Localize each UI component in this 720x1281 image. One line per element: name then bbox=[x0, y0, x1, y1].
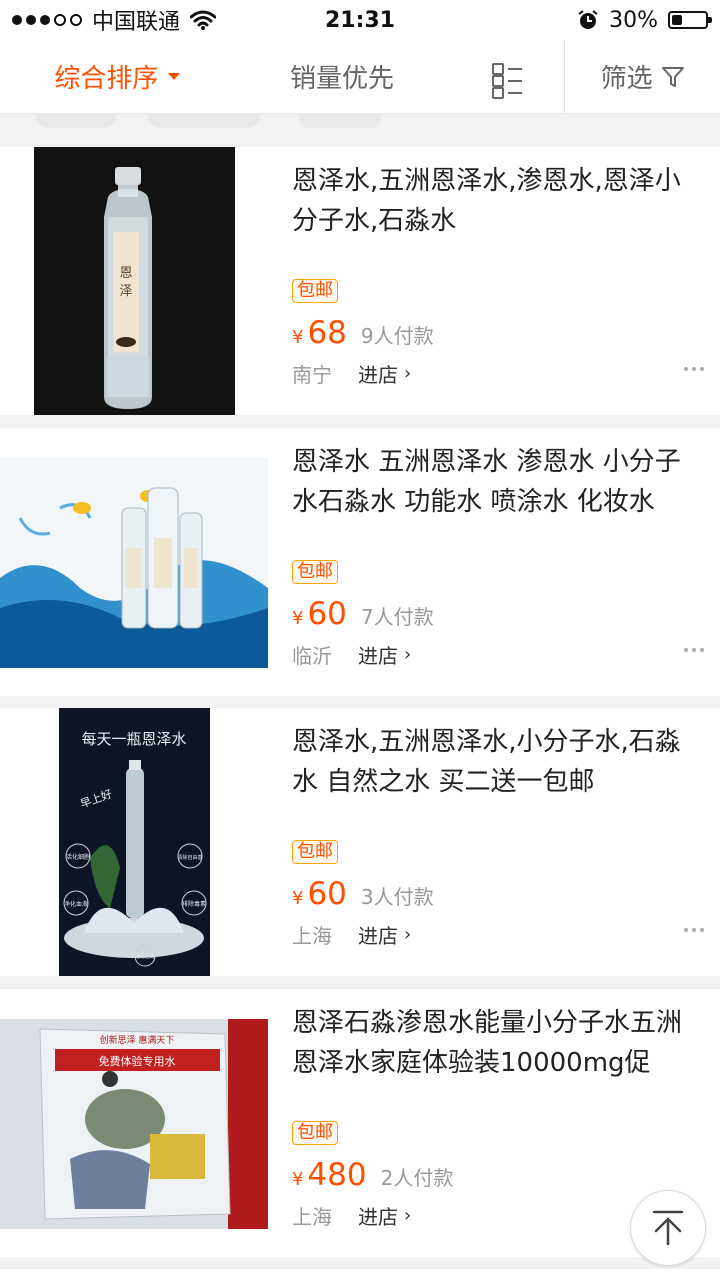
enter-store-link[interactable]: 进店 › bbox=[358, 640, 411, 669]
currency-symbol: ¥ bbox=[292, 888, 304, 909]
currency-symbol: ¥ bbox=[292, 608, 304, 629]
product-image[interactable]: 恩 泽 bbox=[0, 147, 268, 415]
poster-feature: 清除自由基 bbox=[177, 854, 202, 861]
seller-location: 上海 bbox=[292, 924, 332, 948]
battery-percent: 30% bbox=[609, 7, 658, 33]
lotus-bottle-poster-image: 每天一瓶恩泽水 早上好 活化细胞 清除自由基 净化血液 排除毒素 活化色斑 bbox=[0, 708, 268, 976]
enter-store-link[interactable]: 进店 › bbox=[358, 920, 411, 949]
chevron-right-icon: › bbox=[404, 363, 412, 384]
alarm-clock-icon bbox=[578, 10, 598, 29]
enter-store-label: 进店 bbox=[358, 363, 398, 387]
box-top-line: 创新思泽 惠满天下 bbox=[100, 1034, 175, 1046]
status-time: 21:31 bbox=[324, 7, 396, 33]
product-image[interactable] bbox=[0, 428, 268, 696]
svg-text:泽: 泽 bbox=[119, 284, 132, 299]
sales-count: 9人付款 bbox=[360, 324, 434, 348]
product-info: 恩泽水 五洲恩泽水 渗恩水 小分子水石淼水 功能水 喷涂水 化妆水 包邮 ¥ 6… bbox=[292, 442, 704, 669]
tab-comprehensive-sort[interactable]: 综合排序 bbox=[0, 40, 235, 113]
filter-button[interactable]: 筛选 bbox=[564, 40, 720, 113]
free-shipping-badge: 包邮 bbox=[292, 279, 338, 303]
svg-text:恩: 恩 bbox=[119, 266, 132, 281]
sales-count: 2人付款 bbox=[380, 1166, 454, 1190]
seller-location: 南宁 bbox=[292, 363, 332, 387]
meta-row: 南宁 进店 › bbox=[292, 359, 704, 388]
sort-tabs: 综合排序 销量优先 筛选 bbox=[0, 40, 720, 114]
poster-feature: 净化血液 bbox=[64, 900, 88, 908]
price-row: ¥ 60 3人付款 bbox=[292, 876, 702, 912]
product-title[interactable]: 恩泽石淼渗恩水能量小分子水五洲恩泽水家庭体验装10000mg促 bbox=[292, 1003, 702, 1087]
carrier-name: 中国联通 bbox=[92, 10, 181, 35]
enter-store-label: 进店 bbox=[358, 644, 398, 668]
product-price: 68 bbox=[307, 315, 347, 351]
chevron-right-icon: › bbox=[404, 1205, 412, 1226]
more-options-icon[interactable] bbox=[684, 367, 704, 371]
meta-row: 临沂 进店 › bbox=[292, 640, 704, 669]
product-card[interactable]: 每天一瓶恩泽水 早上好 活化细胞 清除自由基 净化血液 排除毒素 活化色斑 恩泽… bbox=[0, 708, 720, 976]
more-options-icon[interactable] bbox=[684, 648, 704, 652]
filter-chip[interactable] bbox=[298, 114, 382, 128]
product-title[interactable]: 恩泽水 五洲恩泽水 渗恩水 小分子水石淼水 功能水 喷涂水 化妆水 bbox=[292, 442, 702, 526]
tab-sales-first[interactable]: 销量优先 bbox=[235, 40, 450, 113]
product-price: 480 bbox=[307, 1157, 367, 1193]
seller-location: 上海 bbox=[292, 1205, 332, 1229]
product-price: 60 bbox=[307, 596, 347, 632]
tab-comprehensive-sort-label: 综合排序 bbox=[54, 64, 159, 94]
funnel-icon bbox=[661, 66, 684, 87]
seller-location: 临沂 bbox=[292, 644, 332, 668]
battery-icon bbox=[668, 11, 712, 29]
product-price: 60 bbox=[307, 876, 347, 912]
meta-row: 上海 进店 › bbox=[292, 920, 704, 949]
product-card[interactable]: 恩 泽 恩泽水,五洲恩泽水,渗恩水,恩泽小分子水,石淼水 包邮 ¥ 68 9人付… bbox=[0, 147, 720, 415]
product-info: 恩泽水,五洲恩泽水,小分子水,石淼水 自然之水 买二送一包邮 包邮 ¥ 60 3… bbox=[292, 722, 704, 949]
poster-feature: 活化细胞 bbox=[66, 853, 90, 861]
filter-chip[interactable] bbox=[36, 114, 116, 128]
price-row: ¥ 60 7人付款 bbox=[292, 596, 702, 632]
signal-strength-icon bbox=[12, 14, 82, 26]
filter-chip[interactable] bbox=[148, 114, 260, 128]
sales-count: 3人付款 bbox=[360, 885, 434, 909]
free-shipping-badge: 包邮 bbox=[292, 560, 338, 584]
enter-store-label: 进店 bbox=[358, 1205, 398, 1229]
filter-label: 筛选 bbox=[600, 64, 653, 94]
currency-symbol: ¥ bbox=[292, 327, 304, 348]
next-product-card-edge bbox=[0, 1269, 720, 1281]
currency-symbol: ¥ bbox=[292, 1169, 304, 1190]
price-row: ¥ 480 2人付款 bbox=[292, 1157, 702, 1193]
product-image[interactable]: 免费体验专用水 创新思泽 惠满天下 bbox=[0, 989, 268, 1257]
water-bottle-image: 恩 泽 bbox=[0, 147, 268, 415]
arrow-up-icon bbox=[652, 1210, 684, 1246]
price-row: ¥ 68 9人付款 bbox=[292, 315, 702, 351]
family-pack-box-image: 免费体验专用水 创新思泽 惠满天下 bbox=[0, 989, 268, 1257]
poster-feature: 活化色斑 bbox=[135, 953, 155, 960]
list-view-icon bbox=[491, 62, 522, 99]
enter-store-link[interactable]: 进店 › bbox=[358, 359, 411, 388]
free-shipping-badge: 包邮 bbox=[292, 840, 338, 864]
product-card[interactable]: 免费体验专用水 创新思泽 惠满天下 恩泽石淼渗恩水能量小分子水五洲恩泽水家庭体验… bbox=[0, 989, 720, 1257]
status-bar: 中国联通 21:31 30% bbox=[0, 0, 720, 40]
box-banner: 免费体验专用水 bbox=[99, 1054, 176, 1068]
product-image[interactable]: 每天一瓶恩泽水 早上好 活化细胞 清除自由基 净化血液 排除毒素 活化色斑 bbox=[0, 708, 268, 976]
enter-store-label: 进店 bbox=[358, 924, 398, 948]
layout-toggle-button[interactable] bbox=[449, 40, 564, 113]
caret-down-icon bbox=[168, 73, 181, 80]
product-title[interactable]: 恩泽水,五洲恩泽水,渗恩水,恩泽小分子水,石淼水 bbox=[292, 161, 702, 245]
chevron-right-icon: › bbox=[404, 924, 412, 945]
free-shipping-badge: 包邮 bbox=[292, 1121, 338, 1145]
product-title[interactable]: 恩泽水,五洲恩泽水,小分子水,石淼水 自然之水 买二送一包邮 bbox=[292, 722, 702, 806]
tab-sales-first-label: 销量优先 bbox=[290, 64, 395, 94]
poster-headline: 每天一瓶恩泽水 bbox=[81, 730, 186, 748]
enter-store-link[interactable]: 进店 › bbox=[358, 1201, 411, 1230]
product-info: 恩泽石淼渗恩水能量小分子水五洲恩泽水家庭体验装10000mg促 包邮 ¥ 480… bbox=[292, 1003, 702, 1230]
sales-count: 7人付款 bbox=[360, 605, 434, 629]
chevron-right-icon: › bbox=[404, 644, 412, 665]
status-right: 30% bbox=[577, 7, 712, 33]
water-splash-image bbox=[0, 428, 268, 696]
product-card[interactable]: 恩泽水 五洲恩泽水 渗恩水 小分子水石淼水 功能水 喷涂水 化妆水 包邮 ¥ 6… bbox=[0, 428, 720, 696]
wifi-icon bbox=[190, 10, 217, 30]
status-left: 中国联通 bbox=[12, 4, 217, 36]
product-info: 恩泽水,五洲恩泽水,渗恩水,恩泽小分子水,石淼水 包邮 ¥ 68 9人付款 南宁… bbox=[292, 161, 704, 388]
more-options-icon[interactable] bbox=[684, 928, 704, 932]
poster-feature: 排除毒素 bbox=[182, 900, 206, 908]
back-to-top-button[interactable] bbox=[630, 1190, 706, 1266]
